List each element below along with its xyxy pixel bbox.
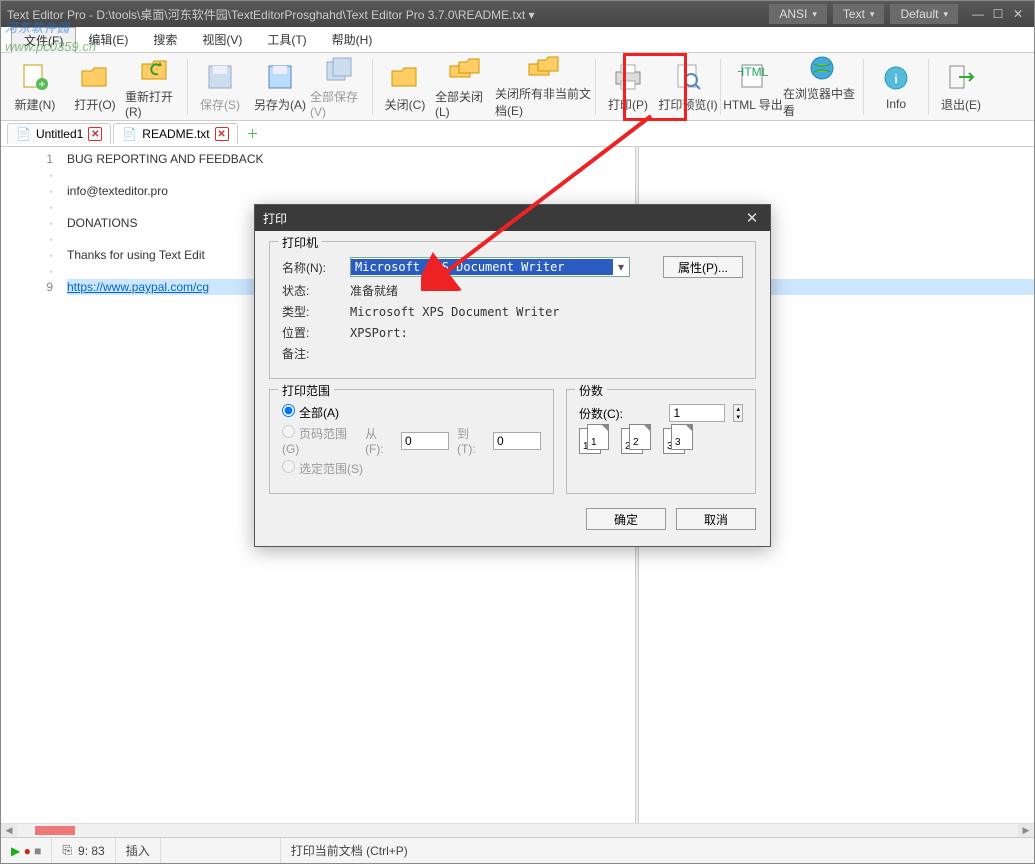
mode-dropdown[interactable]: Text xyxy=(833,4,885,24)
folders-icon xyxy=(449,55,481,85)
folders-ex-icon xyxy=(528,54,560,82)
svg-text:HTML: HTML xyxy=(738,65,768,79)
cursor-pos: ⎘9: 83 xyxy=(52,838,115,863)
folder-refresh-icon xyxy=(139,55,171,85)
properties-button[interactable]: 属性(P)... xyxy=(663,256,743,278)
close-tab-icon[interactable]: ✕ xyxy=(88,127,102,141)
menu-help[interactable]: 帮助(H) xyxy=(320,27,386,52)
maximize-button[interactable]: ☐ xyxy=(988,5,1008,23)
range-all-radio[interactable]: 全部(A) xyxy=(282,404,339,421)
globe-icon xyxy=(806,54,838,82)
status-hint: 打印当前文档 (Ctrl+P) xyxy=(281,838,1034,863)
saveas-button[interactable]: 另存为(A) xyxy=(250,55,310,119)
cancel-button[interactable]: 取消 xyxy=(676,508,756,530)
tab-readme[interactable]: 📄 README.txt ✕ xyxy=(113,123,237,144)
info-button[interactable]: iInfo xyxy=(866,55,926,119)
range-group: 打印范围 全部(A) 页码范围(G) 从(F): 到(T): 选定范围(S) xyxy=(269,389,554,494)
folder-close-icon xyxy=(389,61,421,93)
print-dialog: 打印 ✕ 打印机 名称(N): Microsoft XPS Document W… xyxy=(254,204,771,547)
insert-mode[interactable]: 插入 xyxy=(116,838,161,863)
h-scrollbar[interactable]: ◀ ▶ xyxy=(1,823,1034,837)
tab-untitled[interactable]: 📄 Untitled1 ✕ xyxy=(7,123,111,144)
svg-text:+: + xyxy=(38,77,45,91)
window-title: Text Editor Pro - D:\tools\桌面\河东软件园\Text… xyxy=(7,6,769,23)
page-to-input[interactable] xyxy=(493,432,541,450)
menubar: 文件(F) 编辑(E) 搜索 视图(V) 工具(T) 帮助(H) xyxy=(1,27,1034,53)
exit-button[interactable]: 退出(E) xyxy=(931,55,991,119)
range-pages-radio[interactable]: 页码范围(G) xyxy=(282,425,357,456)
closeall-button[interactable]: 全部关闭(L) xyxy=(435,55,495,119)
range-selection-radio[interactable]: 选定范围(S) xyxy=(282,460,363,477)
dialog-titlebar[interactable]: 打印 ✕ xyxy=(255,205,770,231)
folder-open-icon xyxy=(79,61,111,93)
chevron-down-icon: ▾ xyxy=(613,260,629,274)
document-tabs: 📄 Untitled1 ✕ 📄 README.txt ✕ ＋ xyxy=(1,121,1034,147)
printer-group: 打印机 名称(N): Microsoft XPS Document Writer… xyxy=(269,241,756,379)
ribbon: +新建(N) 打开(O) 重新打开(R) 保存(S) 另存为(A) 全部保存(V… xyxy=(1,53,1034,121)
close-doc-button[interactable]: 关闭(C) xyxy=(375,55,435,119)
spinner-icon[interactable]: ▴▾ xyxy=(733,404,743,422)
html-icon: HTML xyxy=(737,61,769,93)
collate-preview: 11 22 33 xyxy=(579,428,743,454)
file-icon: 📄 xyxy=(16,127,31,141)
new-file-icon: + xyxy=(19,61,51,93)
dialog-title: 打印 xyxy=(263,210,742,227)
copies-input[interactable] xyxy=(669,404,725,422)
statusbar: ▶ ● ■ ⎘9: 83 插入 打印当前文档 (Ctrl+P) xyxy=(1,837,1034,863)
browser-button[interactable]: 在浏览器中查看 xyxy=(783,55,861,119)
save-icon xyxy=(204,61,236,93)
add-tab-button[interactable]: ＋ xyxy=(244,125,262,143)
saveall-icon xyxy=(324,55,356,85)
dialog-close-icon[interactable]: ✕ xyxy=(742,209,762,227)
copies-group: 份数 份数(C): ▴▾ 11 22 33 xyxy=(566,389,756,494)
profile-dropdown[interactable]: Default xyxy=(890,4,958,24)
file-icon: 📄 xyxy=(122,127,137,141)
close-button[interactable]: ✕ xyxy=(1008,5,1028,23)
menu-view[interactable]: 视图(V) xyxy=(190,27,255,52)
minimize-button[interactable]: — xyxy=(968,5,988,23)
closeothers-button[interactable]: 关闭所有非当前文档(E) xyxy=(495,55,593,119)
reopen-button[interactable]: 重新打开(R) xyxy=(125,55,185,119)
saveall-button[interactable]: 全部保存(V) xyxy=(310,55,370,119)
htmlexport-button[interactable]: HTMLHTML 导出 xyxy=(723,55,783,119)
exit-icon xyxy=(945,61,977,93)
watermark: 河东软件园 www.pc0359.cn xyxy=(5,7,96,54)
titlebar: Text Editor Pro - D:\tools\桌面\河东软件园\Text… xyxy=(1,1,1034,27)
save-button[interactable]: 保存(S) xyxy=(190,55,250,119)
svg-text:i: i xyxy=(894,72,897,86)
new-button[interactable]: +新建(N) xyxy=(5,55,65,119)
page-from-input[interactable] xyxy=(401,432,449,450)
print-highlight xyxy=(623,53,687,121)
gutter: 1·······9 xyxy=(1,147,61,837)
scroll-thumb[interactable] xyxy=(35,826,75,835)
encoding-dropdown[interactable]: ANSI xyxy=(769,4,827,24)
saveas-icon xyxy=(264,61,296,93)
close-tab-icon[interactable]: ✕ xyxy=(215,127,229,141)
open-button[interactable]: 打开(O) xyxy=(65,55,125,119)
menu-search[interactable]: 搜索 xyxy=(141,27,190,52)
info-icon: i xyxy=(880,62,912,94)
macro-controls[interactable]: ▶ ● ■ xyxy=(1,838,52,863)
scroll-left-icon[interactable]: ◀ xyxy=(1,824,17,837)
menu-tools[interactable]: 工具(T) xyxy=(255,27,319,52)
scroll-right-icon[interactable]: ▶ xyxy=(1018,824,1034,837)
printer-select[interactable]: Microsoft XPS Document Writer ▾ xyxy=(350,257,630,277)
ok-button[interactable]: 确定 xyxy=(586,508,666,530)
